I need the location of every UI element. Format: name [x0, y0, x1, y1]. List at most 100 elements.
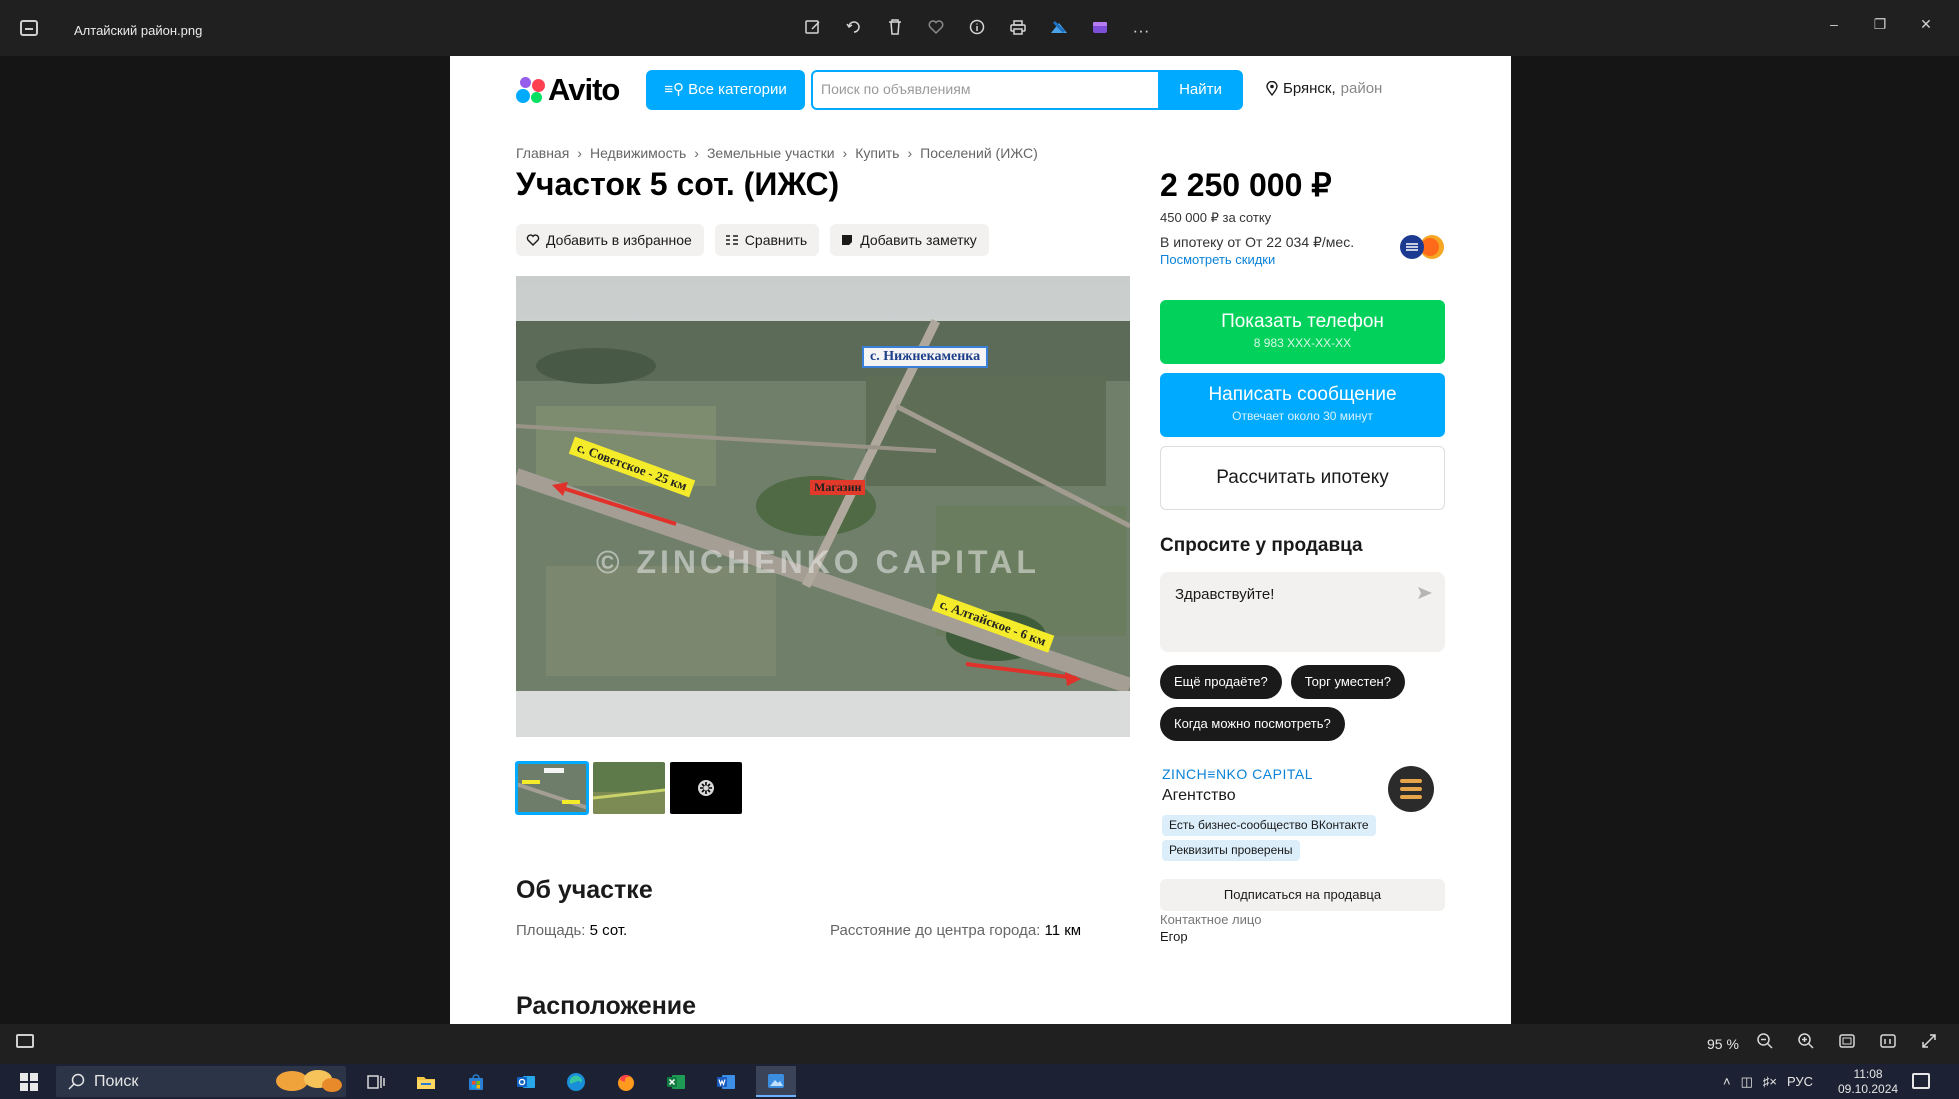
discounts-link[interactable]: Посмотреть скидки [1160, 252, 1275, 267]
distance-label: Расстояние до центра города: [830, 922, 1041, 939]
breadcrumb-separator: › [577, 145, 582, 161]
info-icon[interactable] [964, 18, 990, 44]
distance-value: 11 км [1044, 922, 1082, 939]
location-heading: Расположение [516, 992, 697, 1020]
add-note-button[interactable]: Добавить заметку [830, 224, 989, 256]
seller-name-link[interactable]: ZINCH≡NKO CAPITAL [1162, 766, 1313, 782]
store-icon[interactable] [456, 1066, 496, 1097]
thumbnail-1[interactable] [515, 761, 589, 815]
photo-thumbnails [515, 761, 742, 815]
actual-size-icon[interactable] [1875, 1032, 1901, 1056]
quick-question-chip[interactable]: Торг уместен? [1290, 665, 1405, 699]
breadcrumb-item-land[interactable]: Земельные участки [707, 145, 835, 161]
close-icon[interactable]: ✕ [1907, 12, 1945, 36]
word-icon[interactable] [706, 1066, 746, 1097]
area-value: 5 сот. [589, 922, 628, 939]
write-message-button[interactable]: Написать сообщение Отвечает около 30 мин… [1160, 373, 1445, 437]
zoom-level[interactable]: 95 % [1707, 1036, 1739, 1052]
file-name: Алтайский район.png [74, 23, 203, 38]
breadcrumb-item-izhs[interactable]: Поселений (ИЖС) [920, 145, 1038, 161]
favorites-label: Добавить в избранное [546, 232, 692, 248]
listing-title: Участок 5 сот. (ИЖС) [516, 166, 840, 202]
avito-listing-page: Avito ≡⚲ Все категории Найти Брянск, рай… [450, 56, 1511, 1024]
print-icon[interactable] [1005, 18, 1031, 44]
file-explorer-icon[interactable] [406, 1066, 446, 1097]
edit-app-icon[interactable] [1046, 18, 1072, 44]
area-label: Площадь: [516, 922, 586, 939]
taskbar-search[interactable]: Поиск [56, 1066, 346, 1097]
chevron-up-icon[interactable]: ˄ [1723, 1074, 1731, 1090]
thumbnail-more[interactable] [670, 762, 742, 814]
search-input[interactable] [821, 81, 1151, 97]
contact-person-label: Контактное лицо [1160, 912, 1262, 927]
viewer-status-bar: 95 % [0, 1024, 1959, 1064]
compare-button[interactable]: Сравнить [714, 224, 820, 256]
title-bar: Алтайский район.png ··· – ❐ ✕ [0, 0, 1959, 56]
about-heading: Об участке [516, 876, 653, 904]
all-categories-button[interactable]: ≡⚲ Все категории [646, 70, 805, 110]
outlook-icon[interactable] [506, 1066, 546, 1097]
thumbnail-2[interactable] [593, 762, 665, 814]
location-selector[interactable]: Брянск, район [1266, 80, 1382, 97]
location-pin-icon [1266, 81, 1278, 96]
calculate-mortgage-button[interactable]: Рассчитать ипотеку [1160, 446, 1445, 510]
zoom-in-icon[interactable] [1793, 1032, 1819, 1056]
filmstrip-icon[interactable] [16, 1034, 34, 1048]
fullscreen-icon[interactable] [1916, 1032, 1942, 1056]
badge-verified: Реквизиты проверены [1162, 840, 1300, 861]
network-icon[interactable]: ◫ [1741, 1074, 1753, 1090]
delete-icon[interactable] [882, 18, 908, 44]
firefox-icon[interactable] [606, 1066, 646, 1097]
viewer-toolbar: ··· [800, 18, 1154, 44]
breadcrumb-item-realty[interactable]: Недвижимость [590, 145, 686, 161]
favorite-icon[interactable] [923, 18, 949, 44]
breadcrumb-item-home[interactable]: Главная [516, 145, 569, 161]
listing-actions: Добавить в избранное Сравнить Добавить з… [516, 224, 989, 256]
minimize-icon[interactable]: – [1815, 12, 1853, 36]
write-message-label: Написать сообщение [1208, 384, 1397, 405]
taskbar-clock[interactable]: 11:08 09.10.2024 [1838, 1067, 1898, 1097]
fit-icon[interactable] [1834, 1032, 1860, 1056]
volume-icon[interactable]: ♯× [1763, 1074, 1777, 1090]
excel-icon[interactable] [656, 1066, 696, 1097]
distance-param: Расстояние до центра города: 11 км [830, 922, 1081, 939]
location-city: Брянск, [1283, 80, 1336, 97]
zoom-out-icon[interactable] [1752, 1032, 1778, 1056]
clipchamp-icon[interactable] [1087, 18, 1113, 44]
language-indicator[interactable]: РУС [1787, 1074, 1813, 1090]
notifications-icon[interactable] [1912, 1073, 1930, 1089]
taskbar-apps [356, 1066, 796, 1097]
quick-questions: Ещё продаёте? Торг уместен? Когда можно … [1160, 665, 1450, 741]
listing-main-photo[interactable]: с. Нижнекаменка с. Советское - 25 км с. … [516, 276, 1130, 737]
add-to-favorites-button[interactable]: Добавить в избранное [516, 224, 704, 256]
search-box [811, 70, 1193, 110]
zoom-controls [1752, 1032, 1942, 1056]
breadcrumb-separator: › [842, 145, 848, 161]
quick-question-chip[interactable]: Ещё продаёте? [1160, 665, 1282, 699]
subscribe-seller-button[interactable]: Подписаться на продавца [1160, 879, 1445, 911]
breadcrumb: Главная › Недвижимость › Земельные участки… [516, 145, 1038, 161]
seller-avatar[interactable] [1388, 766, 1434, 812]
search-icon [68, 1073, 85, 1090]
rotate-icon[interactable] [841, 18, 867, 44]
windows-start-icon[interactable] [20, 1073, 38, 1091]
send-icon[interactable] [1417, 586, 1433, 600]
quick-question-chip[interactable]: Когда можно посмотреть? [1160, 707, 1345, 741]
more-photos-icon [698, 780, 714, 796]
note-label: Добавить заметку [860, 232, 977, 248]
edge-icon[interactable] [556, 1066, 596, 1097]
breadcrumb-item-buy[interactable]: Купить [855, 145, 899, 161]
find-button[interactable]: Найти [1158, 70, 1243, 110]
note-icon [842, 235, 853, 245]
mortgage-info: В ипотеку от От 22 034 ₽/мес. [1160, 234, 1355, 250]
restore-icon[interactable]: ❐ [1861, 12, 1899, 36]
more-icon[interactable]: ··· [1128, 18, 1154, 44]
avito-logo[interactable]: Avito [516, 72, 620, 108]
ask-seller-input[interactable]: Здравствуйте! [1160, 572, 1445, 652]
photos-icon[interactable] [756, 1066, 796, 1097]
show-phone-button[interactable]: Показать телефон 8 983 XXX-XX-XX [1160, 300, 1445, 364]
task-view-icon[interactable] [356, 1066, 396, 1097]
photo-viewer-window: Алтайский район.png ··· – ❐ ✕ Avito ≡⚲ В… [0, 0, 1959, 1064]
ask-seller-text: Здравствуйте! [1175, 586, 1275, 603]
edit-icon[interactable] [800, 18, 826, 44]
